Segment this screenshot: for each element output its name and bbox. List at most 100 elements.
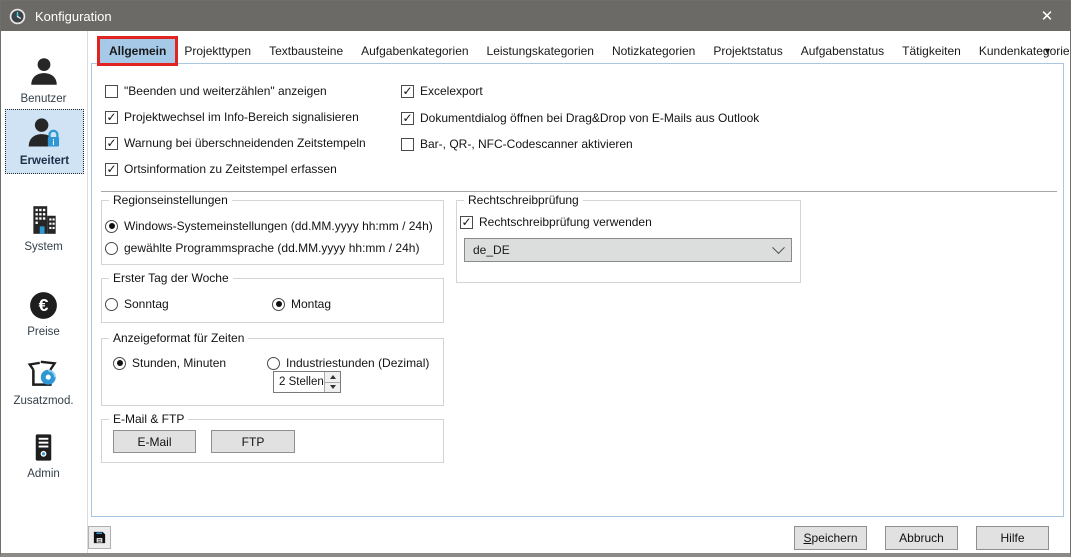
addon-box-icon xyxy=(5,357,82,391)
group-title: Erster Tag der Woche xyxy=(109,271,233,285)
checkbox-label: Bar-, QR-, NFC-Codescanner aktivieren xyxy=(420,137,633,151)
radio-label: Sonntag xyxy=(124,297,169,311)
group-title: Regionseinstellungen xyxy=(109,193,232,207)
stepper-buttons xyxy=(324,372,340,392)
server-icon xyxy=(5,431,82,464)
checkbox-label: Warnung bei überschneidenden Zeitstempel… xyxy=(124,136,366,150)
tab-textbausteine[interactable]: Textbausteine xyxy=(260,39,352,63)
checkbox-label: Excelexport xyxy=(420,84,483,98)
language-select-value: de_DE xyxy=(473,243,774,257)
checkbox-label: Dokumentdialog öffnen bei Drag&Drop von … xyxy=(420,111,759,125)
speichern-button[interactable]: Speichern xyxy=(794,526,867,550)
checkbox[interactable] xyxy=(105,85,118,98)
sidebar-item-label: Admin xyxy=(5,468,82,480)
tab-projektstatus[interactable]: Projektstatus xyxy=(704,39,791,63)
checkbox[interactable] xyxy=(401,85,414,98)
radio-label: gewählte Programmsprache (dd.MM.yyyy hh:… xyxy=(124,241,419,255)
sidebar-item-label: Zusatzmod. xyxy=(5,395,82,407)
tab-kundenkategorien[interactable]: Kundenkategorien xyxy=(970,39,1071,63)
radio-label: Industriestunden (Dezimal) xyxy=(286,356,429,370)
sidebar-item-label: Benutzer xyxy=(5,93,82,105)
sidebar-item-zusatzmod[interactable]: Zusatzmod. xyxy=(5,351,82,414)
tab-taetigkeiten[interactable]: Tätigkeiten xyxy=(893,39,970,63)
radio-stunden-minuten[interactable] xyxy=(113,357,126,370)
checkbox-row: Excelexport xyxy=(401,84,483,98)
sidebar: Benutzer i Erweitert xyxy=(1,31,88,553)
sidebar-item-label: Erweitert xyxy=(6,155,83,167)
tab-notizkategorien[interactable]: Notizkategorien xyxy=(603,39,704,63)
sidebar-item-label: System xyxy=(5,241,82,253)
tab-bar: Allgemein Projekttypen Textbausteine Auf… xyxy=(100,39,1071,63)
checkbox-row: Ortsinformation zu Zeitstempel erfassen xyxy=(105,162,337,176)
tab-overflow-icon[interactable]: ▼ xyxy=(1043,46,1052,56)
section-divider xyxy=(101,191,1057,192)
checkbox-row: Warnung bei überschneidenden Zeitstempel… xyxy=(105,136,366,150)
radio-label: Montag xyxy=(291,297,331,311)
checkbox-label: "Beenden und weiterzählen" anzeigen xyxy=(124,84,327,98)
checkbox-row: Projektwechsel im Info-Bereich signalisi… xyxy=(105,110,359,124)
configuration-dialog: Konfiguration ✕ Benutzer i xyxy=(0,0,1071,557)
checkbox-row: Bar-, QR-, NFC-Codescanner aktivieren xyxy=(401,137,633,151)
stepper-down-icon[interactable] xyxy=(325,382,340,393)
sidebar-item-benutzer[interactable]: Benutzer xyxy=(5,49,82,112)
radio-montag[interactable] xyxy=(272,298,285,311)
save-icon-button[interactable] xyxy=(88,526,111,549)
checkbox[interactable] xyxy=(401,138,414,151)
sidebar-item-erweitert[interactable]: i Erweitert xyxy=(5,109,84,174)
group-title: Anzeigeformat für Zeiten xyxy=(109,331,248,345)
language-select[interactable]: de_DE xyxy=(464,238,792,262)
hilfe-button[interactable]: Hilfe xyxy=(976,526,1049,550)
checkbox-row: "Beenden und weiterzählen" anzeigen xyxy=(105,84,327,98)
user-icon xyxy=(5,55,82,89)
radio-row: Montag xyxy=(272,297,331,311)
ftp-button[interactable]: FTP xyxy=(211,430,295,453)
tab-projekttypen[interactable]: Projekttypen xyxy=(175,39,260,63)
close-icon[interactable]: ✕ xyxy=(1024,1,1070,31)
euro-icon: € xyxy=(5,289,82,322)
chevron-down-icon xyxy=(772,241,785,254)
radio-label: Stunden, Minuten xyxy=(132,356,226,370)
user-lock-icon: i xyxy=(6,115,83,151)
radio-industriestunden[interactable] xyxy=(267,357,280,370)
abbruch-button[interactable]: Abbruch xyxy=(885,526,958,550)
radio-windows-systemeinstellungen[interactable] xyxy=(105,220,118,233)
checkbox-label: Ortsinformation zu Zeitstempel erfassen xyxy=(124,162,337,176)
radio-gewaehlte-programmsprache[interactable] xyxy=(105,242,118,255)
tab-leistungskategorien[interactable]: Leistungskategorien xyxy=(478,39,603,63)
digits-stepper-value: 2 Stellen xyxy=(274,372,324,392)
checkbox-rechtschreibpruefung[interactable] xyxy=(460,216,473,229)
digits-stepper[interactable]: 2 Stellen xyxy=(273,371,341,393)
checkbox-label: Projektwechsel im Info-Bereich signalisi… xyxy=(124,110,359,124)
checkbox[interactable] xyxy=(105,163,118,176)
checkbox[interactable] xyxy=(401,112,414,125)
tab-aufgabenstatus[interactable]: Aufgabenstatus xyxy=(792,39,893,63)
sidebar-item-preise[interactable]: € Preise xyxy=(5,283,82,345)
tab-allgemein[interactable]: Allgemein xyxy=(100,39,175,63)
stepper-up-icon[interactable] xyxy=(325,372,340,382)
checkbox-row: Dokumentdialog öffnen bei Drag&Drop von … xyxy=(401,111,759,125)
email-button[interactable]: E-Mail xyxy=(113,430,196,453)
sidebar-item-admin[interactable]: Admin xyxy=(5,425,82,487)
checkbox-label: Rechtschreibprüfung verwenden xyxy=(479,215,652,229)
window-title: Konfiguration xyxy=(35,9,112,24)
radio-sonntag[interactable] xyxy=(105,298,118,311)
svg-text:€: € xyxy=(39,295,49,315)
floppy-disk-icon xyxy=(92,530,107,545)
radio-label: Windows-Systemeinstellungen (dd.MM.yyyy … xyxy=(124,219,433,233)
tab-aufgabenkategorien[interactable]: Aufgabenkategorien xyxy=(352,39,477,63)
clock-app-icon xyxy=(9,8,26,25)
checkbox[interactable] xyxy=(105,137,118,150)
radio-row: Industriestunden (Dezimal) xyxy=(267,356,429,370)
radio-row: gewählte Programmsprache (dd.MM.yyyy hh:… xyxy=(105,241,419,255)
group-title: E-Mail & FTP xyxy=(109,412,188,426)
building-icon xyxy=(5,203,82,237)
checkbox[interactable] xyxy=(105,111,118,124)
titlebar: Konfiguration ✕ xyxy=(1,1,1070,31)
radio-row: Stunden, Minuten xyxy=(113,356,226,370)
radio-row: Sonntag xyxy=(105,297,169,311)
sidebar-item-label: Preise xyxy=(5,326,82,338)
sidebar-item-system[interactable]: System xyxy=(5,197,82,260)
svg-text:i: i xyxy=(52,138,54,147)
group-title: Rechtschreibprüfung xyxy=(464,193,583,207)
radio-row: Windows-Systemeinstellungen (dd.MM.yyyy … xyxy=(105,219,433,233)
